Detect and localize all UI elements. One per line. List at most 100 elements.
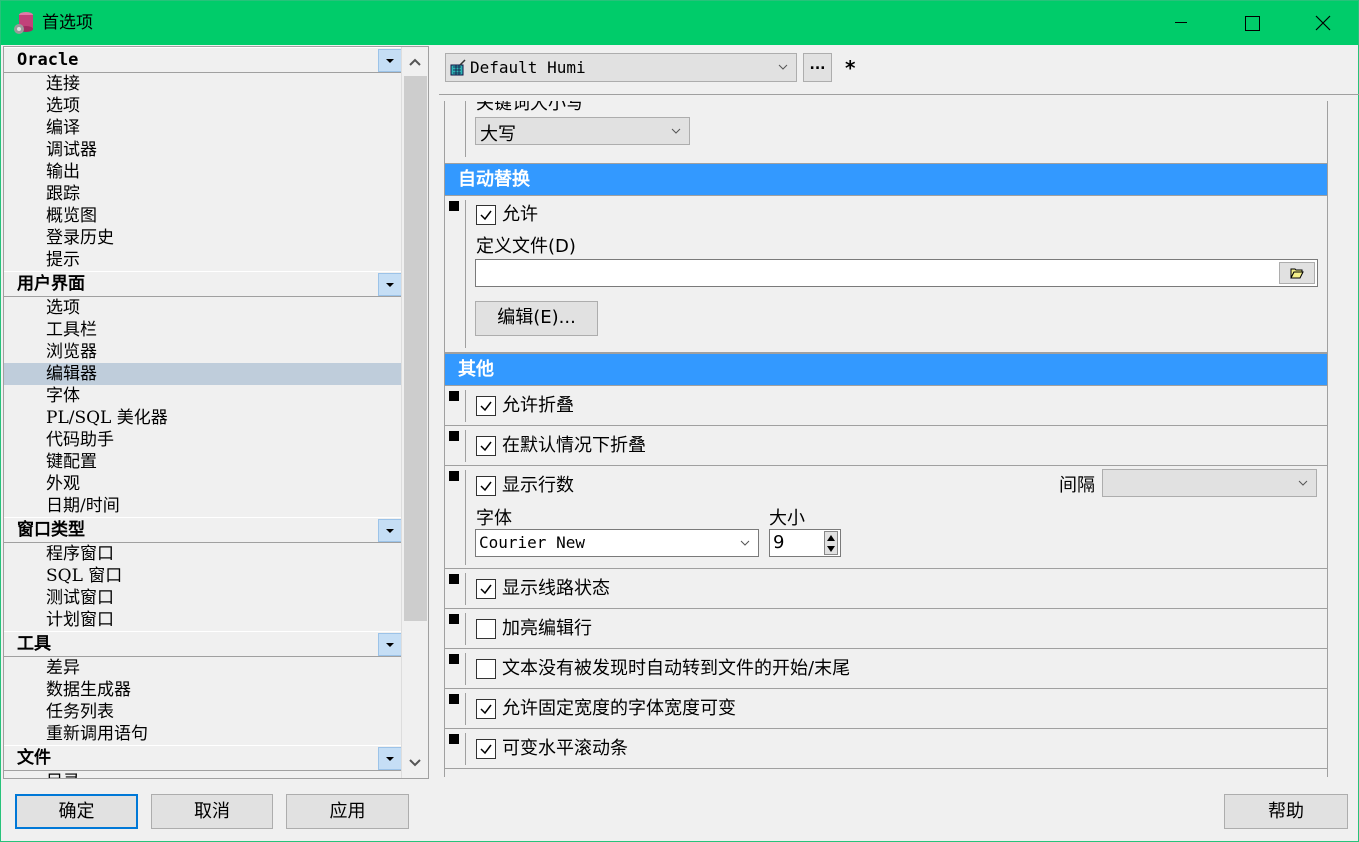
nav-item[interactable]: SQL 窗口 [4,565,402,587]
chevron-down-icon [778,64,788,70]
checkmark-icon [480,441,492,452]
show-connection-status-checkbox[interactable]: 显示线路状态 [476,578,610,600]
interval-select[interactable] [1102,469,1317,497]
variable-fixed-width-checkbox[interactable]: 允许固定宽度的字体宽度可变 [476,698,736,720]
ok-button[interactable]: 确定 [15,794,138,829]
definition-file-input[interactable] [475,259,1318,287]
collapse-toggle-icon[interactable] [378,633,402,656]
nav-group-label: 工具 [17,634,51,654]
nav-item[interactable]: 外观 [4,473,402,495]
nav-item[interactable]: 跟踪 [4,183,402,205]
definition-file-label: 定义文件(D) [476,236,576,257]
keyword-case-row: 关键词大小写 大写 [445,101,1327,163]
autoreplace-enable-checkbox[interactable]: 允许 [476,204,538,226]
profile-value: Default Humi [470,58,586,77]
nav-item[interactable]: 计划窗口 [4,609,402,631]
spin-up-icon[interactable] [825,532,837,543]
nav-item[interactable]: 概览图 [4,205,402,227]
nav-item[interactable]: 数据生成器 [4,679,402,701]
nav-item[interactable]: 任务列表 [4,701,402,723]
nav-item[interactable]: 测试窗口 [4,587,402,609]
nav-group-header[interactable]: Oracle [4,47,402,73]
nav-item[interactable]: 浏览器 [4,341,402,363]
maximize-button[interactable] [1217,1,1287,45]
nav-item[interactable]: 差异 [4,657,402,679]
wrap-search-checkbox[interactable]: 文本没有被发现时自动转到文件的开始/末尾 [476,658,850,680]
nav-item[interactable]: 工具栏 [4,319,402,341]
checkbox-box[interactable] [476,205,496,225]
nav-scrollbar[interactable] [401,47,428,778]
help-button[interactable]: 帮助 [1224,794,1348,829]
nav-item[interactable]: 重新调用语句 [4,723,402,745]
checkbox-box[interactable] [476,619,496,639]
divider [465,200,466,348]
show-line-numbers-label: 显示行数 [502,475,574,496]
modified-marker: * [845,56,856,80]
profile-more-button[interactable]: ... [803,53,832,82]
nav-group-header[interactable]: 文件 [4,745,402,771]
nav-item[interactable]: 键配置 [4,451,402,473]
line-number-size-spinner[interactable]: 9 [769,529,841,557]
checkbox-box[interactable] [476,739,496,759]
keyword-case-value: 大写 [480,124,516,145]
nav-group-header[interactable]: 工具 [4,631,402,657]
spinner-buttons[interactable] [824,531,838,555]
bullet-marker [449,654,459,664]
nav-item[interactable]: 编译 [4,117,402,139]
scroll-up-button[interactable] [402,49,428,75]
variable-hscroll-checkbox[interactable]: 可变水平滚动条 [476,738,628,760]
scroll-thumb[interactable] [404,76,427,621]
nav-item[interactable]: 选项 [4,297,402,319]
nav-item[interactable]: 代码助手 [4,429,402,451]
allow-folding-checkbox[interactable]: 允许折叠 [476,395,574,417]
nav-item[interactable]: 编辑器 [4,363,402,385]
checkbox-box[interactable] [476,396,496,416]
nav-item[interactable]: PL/SQL 美化器 [4,407,402,429]
minimize-button[interactable] [1146,1,1216,45]
show-line-numbers-checkbox[interactable]: 显示行数 [476,475,574,497]
chevron-down-icon [1298,480,1308,486]
line-number-font-select[interactable]: Courier New [475,529,759,557]
checkbox-box[interactable] [476,659,496,679]
nav-item[interactable]: 程序窗口 [4,543,402,565]
nav-item[interactable]: 字体 [4,385,402,407]
spin-down-icon[interactable] [825,544,837,555]
apply-button[interactable]: 应用 [286,794,409,829]
browse-file-button[interactable] [1279,262,1315,284]
collapse-toggle-icon[interactable] [378,519,402,542]
collapse-toggle-icon[interactable] [378,747,402,770]
checkbox-box[interactable] [476,699,496,719]
bullet-marker [449,471,459,481]
collapse-toggle-icon[interactable] [378,273,402,296]
title-bar: 首选项 [1,1,1358,45]
checkbox-box[interactable] [476,436,496,456]
profile-select[interactable]: Default Humi [445,53,797,82]
fold-default-checkbox[interactable]: 在默认情况下折叠 [476,435,646,457]
nav-group-header[interactable]: 窗口类型 [4,517,402,543]
keyword-case-select[interactable]: 大写 [475,117,690,145]
nav-item[interactable]: 调试器 [4,139,402,161]
nav-item[interactable]: 选项 [4,95,402,117]
checkmark-icon [480,481,492,492]
nav-item[interactable]: 日期/时间 [4,495,402,517]
close-button[interactable] [1288,1,1358,45]
divider [439,94,1359,95]
divider [465,733,466,765]
checkbox-box[interactable] [476,476,496,496]
edit-definitions-button[interactable]: 编辑(E)... [475,301,598,336]
category-list: Oracle 连接 选项 编译 调试器 输出 跟踪 概览图 登录历史 提示 用户界面 选项 工具栏 浏览器… [4,47,402,778]
collapse-toggle-icon[interactable] [378,49,402,72]
chevron-up-icon [409,58,421,66]
nav-item[interactable]: 输出 [4,161,402,183]
nav-item[interactable]: 连接 [4,73,402,95]
highlight-edit-line-checkbox[interactable]: 加亮编辑行 [476,618,592,640]
nav-item[interactable]: 目录 [4,771,402,778]
cancel-button[interactable]: 取消 [151,794,273,829]
section-header-other: 其他 [445,353,1327,386]
nav-item[interactable]: 提示 [4,249,402,271]
nav-item[interactable]: 登录历史 [4,227,402,249]
checkbox-box[interactable] [476,579,496,599]
divider [465,693,466,725]
nav-group-header[interactable]: 用户界面 [4,271,402,297]
scroll-down-button[interactable] [402,750,428,776]
